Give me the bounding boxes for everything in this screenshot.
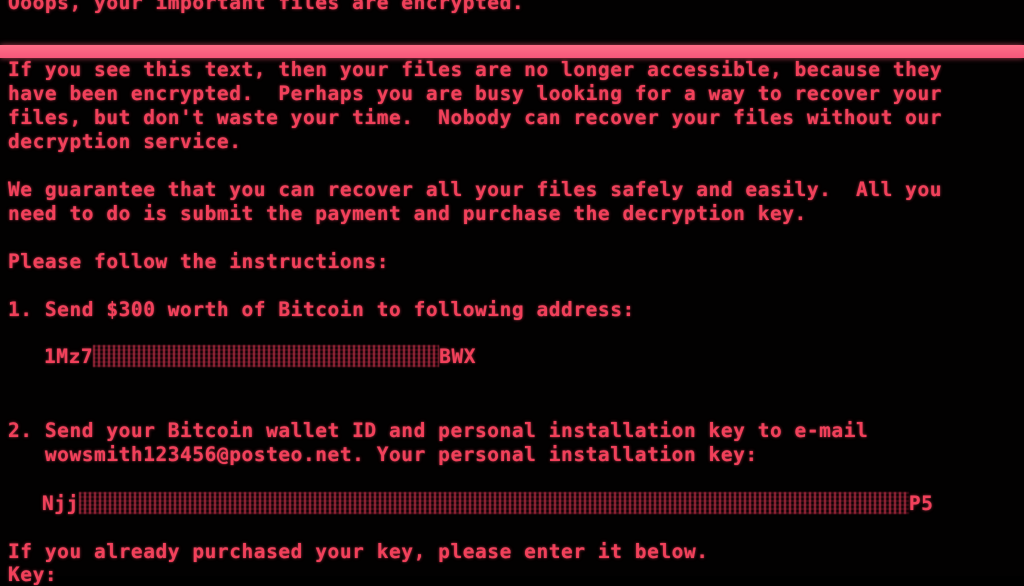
ransom-screen: Ooops, your important files are encrypte…: [0, 0, 1024, 586]
para2-line-2: need to do is submit the payment and pur…: [8, 202, 807, 225]
enter-key-prompt: If you already purchased your key, pleas…: [8, 540, 709, 563]
installation-key-prefix: Njj: [42, 492, 79, 515]
header-title: Ooops, your important files are encrypte…: [8, 0, 525, 14]
instructions-heading: Please follow the instructions:: [8, 250, 389, 273]
para2-line-1: We guarantee that you can recover all yo…: [8, 178, 943, 201]
bitcoin-address-prefix: 1Mz7: [44, 345, 94, 368]
para1-line-4: decryption service.: [8, 130, 242, 153]
step1-text: 1. Send $300 worth of Bitcoin to followi…: [8, 298, 635, 321]
installation-key-suffix: P5: [908, 492, 934, 515]
bitcoin-address: 1Mz7 BWX: [44, 344, 477, 368]
para1-line-2: have been encrypted. Perhaps you are bus…: [8, 82, 943, 105]
step2-line-2: wowsmith123456@posteo.net. Your personal…: [8, 443, 758, 466]
key-input-field[interactable]: Key:: [8, 564, 57, 586]
redacted-address-blur: [93, 344, 440, 367]
installation-key: Njj P5: [42, 491, 934, 515]
para1-line-3: files, but don't waste your time. Nobody…: [8, 106, 943, 129]
step2-line-1: 2. Send your Bitcoin wallet ID and perso…: [8, 419, 869, 442]
header-divider-bar: [0, 45, 1024, 58]
para1-line-1: If you see this text, then your files ar…: [8, 58, 943, 81]
bitcoin-address-suffix: BWX: [439, 345, 477, 368]
key-label: Key:: [8, 563, 58, 586]
redacted-key-blur: [78, 491, 909, 514]
